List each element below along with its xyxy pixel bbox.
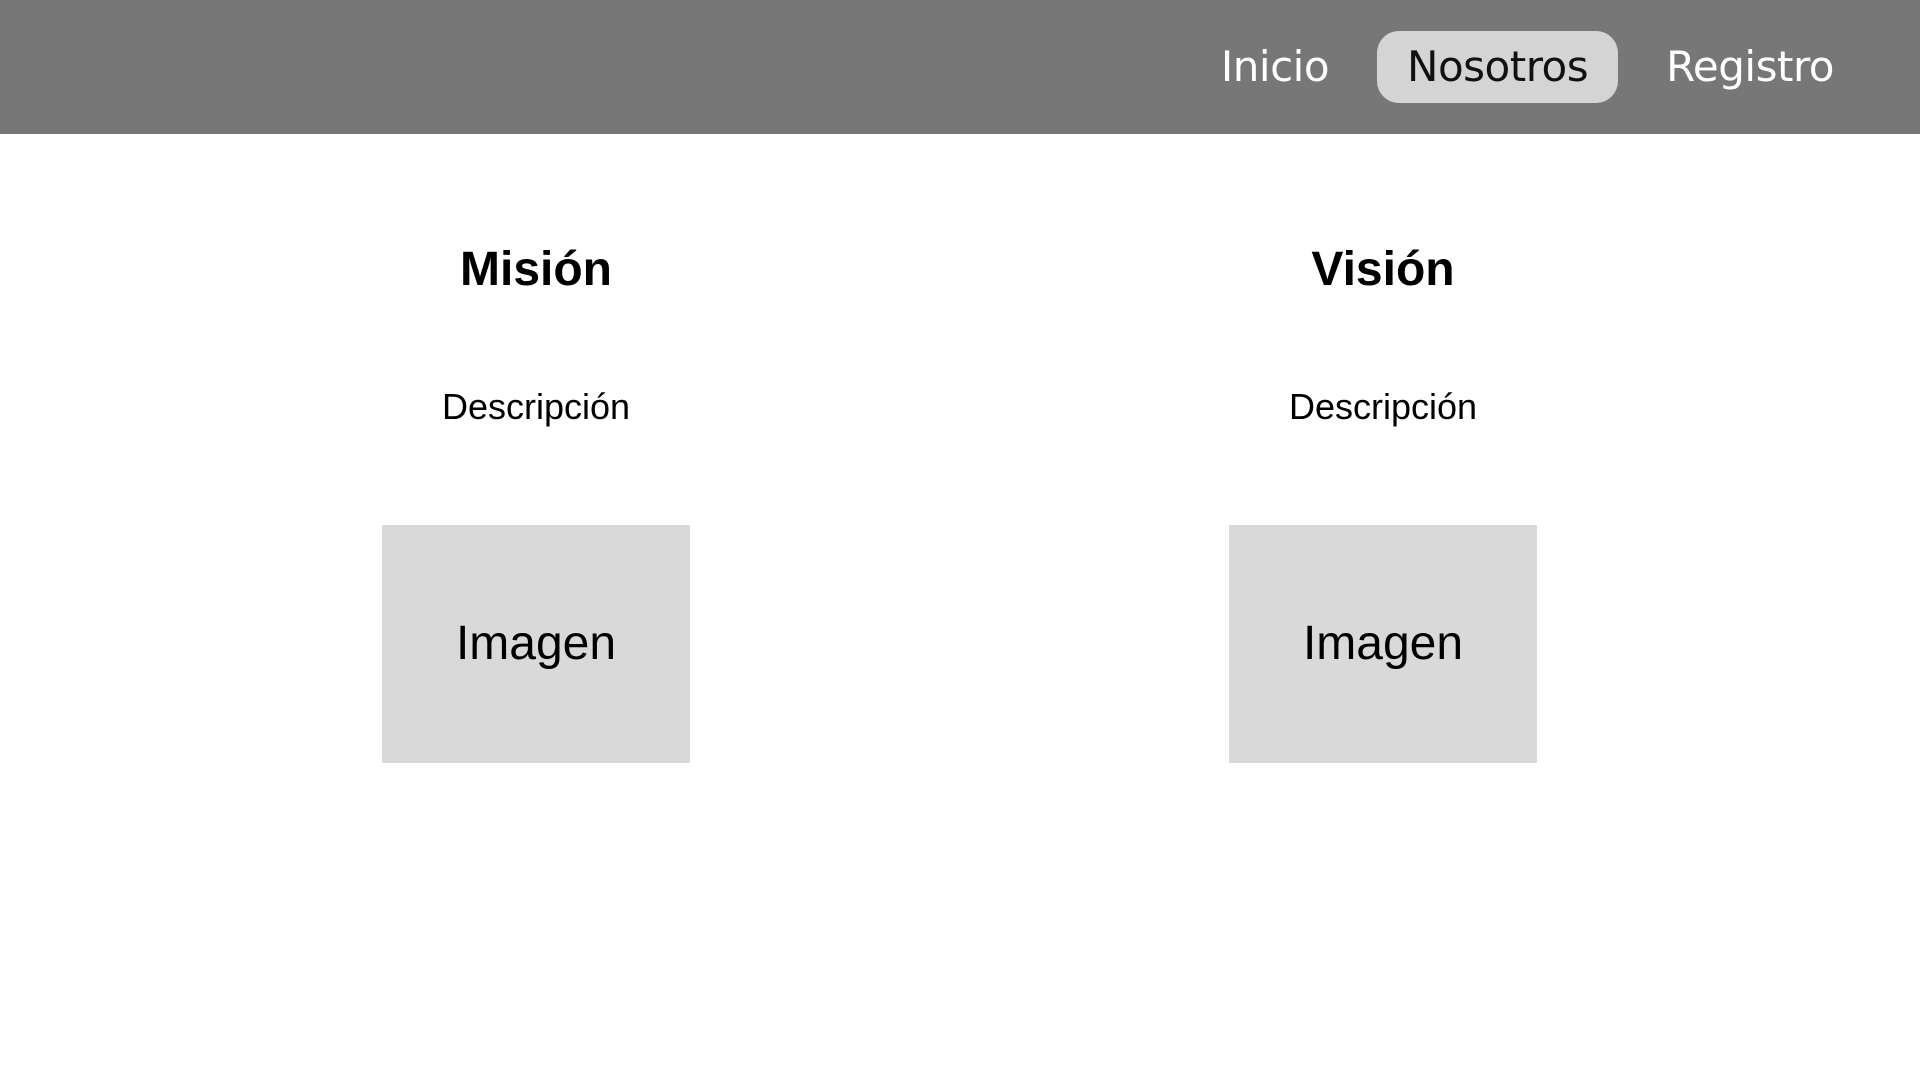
nav-item-inicio[interactable]: Inicio [1191,31,1359,103]
nav-item-registro[interactable]: Registro [1636,31,1864,103]
vision-image-label: Imagen [1302,617,1464,670]
mission-image-placeholder: Imagen [382,525,690,763]
top-navigation-bar: Inicio Nosotros Registro [0,0,1920,134]
vision-description: Descripción [1288,386,1478,427]
nav-item-nosotros[interactable]: Nosotros [1377,31,1619,103]
mission-title: Misión [460,243,612,296]
vision-image-placeholder: Imagen [1229,525,1537,763]
mission-description: Descripción [441,386,631,427]
main-nav: Inicio Nosotros Registro [1191,31,1864,103]
mission-image-label: Imagen [455,617,617,670]
vision-title: Visión [1311,243,1455,296]
